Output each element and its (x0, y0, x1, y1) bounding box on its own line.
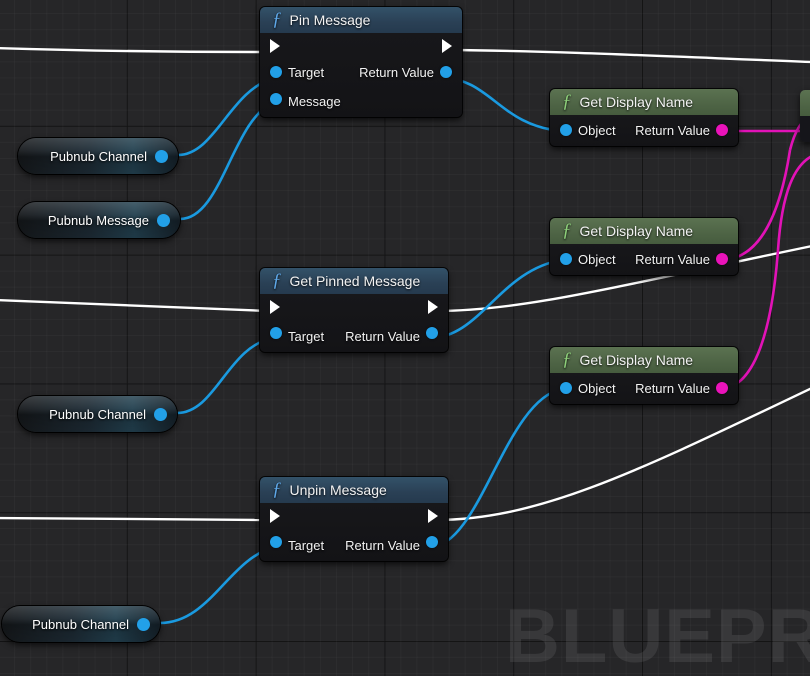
pin-dot-object[interactable] (560, 382, 572, 394)
node-get-display-name-1[interactable]: ƒ Get Display Name Object Return Value (550, 89, 738, 146)
exec-wire-in-pin-message (0, 46, 269, 54)
node-pin-message[interactable]: ƒ Pin Message Target Return Value Messag… (260, 7, 462, 117)
pin-row-object-return: Object Return Value (550, 115, 738, 146)
variable-pubnub-message-1[interactable]: Pubnub Message (18, 202, 180, 238)
exec-wire-in-unpin-message (0, 516, 269, 522)
pin-label-target: Target (288, 65, 325, 80)
node-body-pin-message: Target Return Value Message (260, 33, 462, 117)
variable-label: Pubnub Channel (32, 616, 129, 632)
exec-wire-out-unpin-message (434, 387, 810, 522)
pin-dot-return-value[interactable] (426, 327, 438, 339)
node-header-pin-message: ƒ Pin Message (260, 7, 462, 33)
pin-row-message: Message (260, 86, 462, 117)
exec-row (260, 294, 448, 320)
node-body-get-display-name-1: Object Return Value (550, 115, 738, 146)
pin-dot-target[interactable] (270, 536, 282, 548)
node-unpin-message[interactable]: ƒ Unpin Message Target Return Value (260, 477, 448, 561)
pin-label-return-value: Return Value (345, 328, 420, 344)
pin-row-object-return: Object Return Value (550, 244, 738, 275)
pin-label-object: Object (578, 381, 616, 396)
function-f-icon: ƒ (272, 8, 282, 30)
exec-wire-out-pin-message (448, 48, 810, 64)
exec-input-arrow-icon[interactable] (270, 509, 280, 523)
exec-input-arrow-icon[interactable] (270, 39, 280, 53)
blueprint-watermark: BLUEPRI (505, 594, 810, 676)
pin-dot-return-value[interactable] (716, 382, 728, 394)
node-title: Get Display Name (579, 223, 694, 239)
exec-wire-in-get-pinned-message (0, 298, 269, 313)
pin-label-object: Object (578, 123, 616, 138)
data-wire-getpinned-return-to-gdn2-object (429, 258, 563, 340)
variable-pubnub-channel-3[interactable]: Pubnub Channel (2, 606, 160, 642)
pin-dot-return-value[interactable] (716, 124, 728, 136)
pin-label-return-value: Return Value (359, 65, 434, 80)
exec-input-arrow-icon[interactable] (270, 300, 280, 314)
node-title: Get Display Name (579, 94, 694, 110)
data-wire-unpin-return-to-gdn3-object (429, 387, 563, 549)
pin-dot-return-value[interactable] (440, 66, 452, 78)
pin-dot-return-value[interactable] (716, 253, 728, 265)
data-wire-message1-to-pin-message (179, 100, 275, 221)
node-header-get-display-name-2: ƒ Get Display Name (550, 218, 738, 244)
data-wire-channel3-to-unpin-target (159, 545, 275, 625)
exec-row (260, 503, 448, 529)
function-f-icon: ƒ (562, 219, 572, 241)
variable-label: Pubnub Channel (49, 406, 146, 422)
pin-dot-output[interactable] (137, 617, 150, 631)
pin-label-message: Message (288, 94, 341, 109)
pin-label-target: Target (288, 537, 325, 553)
variable-pubnub-channel-1[interactable]: Pubnub Channel (18, 138, 178, 174)
pin-dot-message[interactable] (270, 93, 282, 105)
pin-dot-output[interactable] (155, 149, 168, 163)
pin-row-target-return: Target Return Value (260, 59, 462, 86)
exec-output-arrow-icon[interactable] (442, 39, 452, 53)
node-title: Get Pinned Message (289, 273, 421, 289)
node-partial-header (800, 90, 810, 116)
pin-label-object: Object (578, 252, 616, 267)
pin-label-return-value: Return Value (635, 252, 710, 267)
function-f-icon: ƒ (272, 269, 282, 291)
pin-row-target-return: Target Return Value (260, 320, 448, 352)
variable-label: Pubnub Channel (50, 148, 147, 164)
node-body-get-pinned-message: Target Return Value (260, 294, 448, 352)
node-header-unpin-message: ƒ Unpin Message (260, 477, 448, 503)
node-body-get-display-name-2: Object Return Value (550, 244, 738, 275)
node-title: Unpin Message (289, 482, 387, 498)
function-f-icon: ƒ (562, 348, 572, 370)
pin-dot-output[interactable] (157, 213, 170, 227)
node-body-get-display-name-3: Object Return Value (550, 373, 738, 404)
node-title: Get Display Name (579, 352, 694, 368)
node-title: Pin Message (289, 12, 371, 28)
pin-label-return-value: Return Value (635, 123, 710, 138)
node-get-pinned-message[interactable]: ƒ Get Pinned Message Target Return Value (260, 268, 448, 352)
string-wire-gdn3-return-tail (776, 155, 810, 251)
variable-pubnub-channel-2[interactable]: Pubnub Channel (18, 396, 177, 432)
exec-row (260, 33, 462, 59)
pin-dot-target[interactable] (270, 66, 282, 78)
node-get-display-name-2[interactable]: ƒ Get Display Name Object Return Value (550, 218, 738, 275)
node-body-unpin-message: Target Return Value (260, 503, 448, 561)
pin-dot-target[interactable] (270, 327, 282, 339)
exec-output-arrow-icon[interactable] (428, 509, 438, 523)
pin-row-object-return: Object Return Value (550, 373, 738, 404)
pin-row-target-return: Target Return Value (260, 529, 448, 561)
exec-output-arrow-icon[interactable] (428, 300, 438, 314)
node-partial-offscreen-right[interactable] (800, 90, 810, 142)
pin-label-return-value: Return Value (635, 381, 710, 396)
variable-label: Pubnub Message (47, 212, 149, 228)
function-f-icon: ƒ (272, 478, 282, 500)
pin-dot-object[interactable] (560, 124, 572, 136)
pin-dot-return-value[interactable] (426, 536, 438, 548)
pin-dot-output[interactable] (154, 407, 167, 421)
node-header-get-pinned-message: ƒ Get Pinned Message (260, 268, 448, 294)
node-header-get-display-name-3: ƒ Get Display Name (550, 347, 738, 373)
node-partial-body (800, 116, 810, 142)
pin-label-return-value: Return Value (345, 537, 420, 553)
pin-label-target: Target (288, 328, 325, 344)
node-get-display-name-3[interactable]: ƒ Get Display Name Object Return Value (550, 347, 738, 404)
node-header-get-display-name-1: ƒ Get Display Name (550, 89, 738, 115)
pin-dot-object[interactable] (560, 253, 572, 265)
function-f-icon: ƒ (562, 90, 572, 112)
blueprint-graph-canvas[interactable]: BLUEPRI (0, 0, 810, 676)
